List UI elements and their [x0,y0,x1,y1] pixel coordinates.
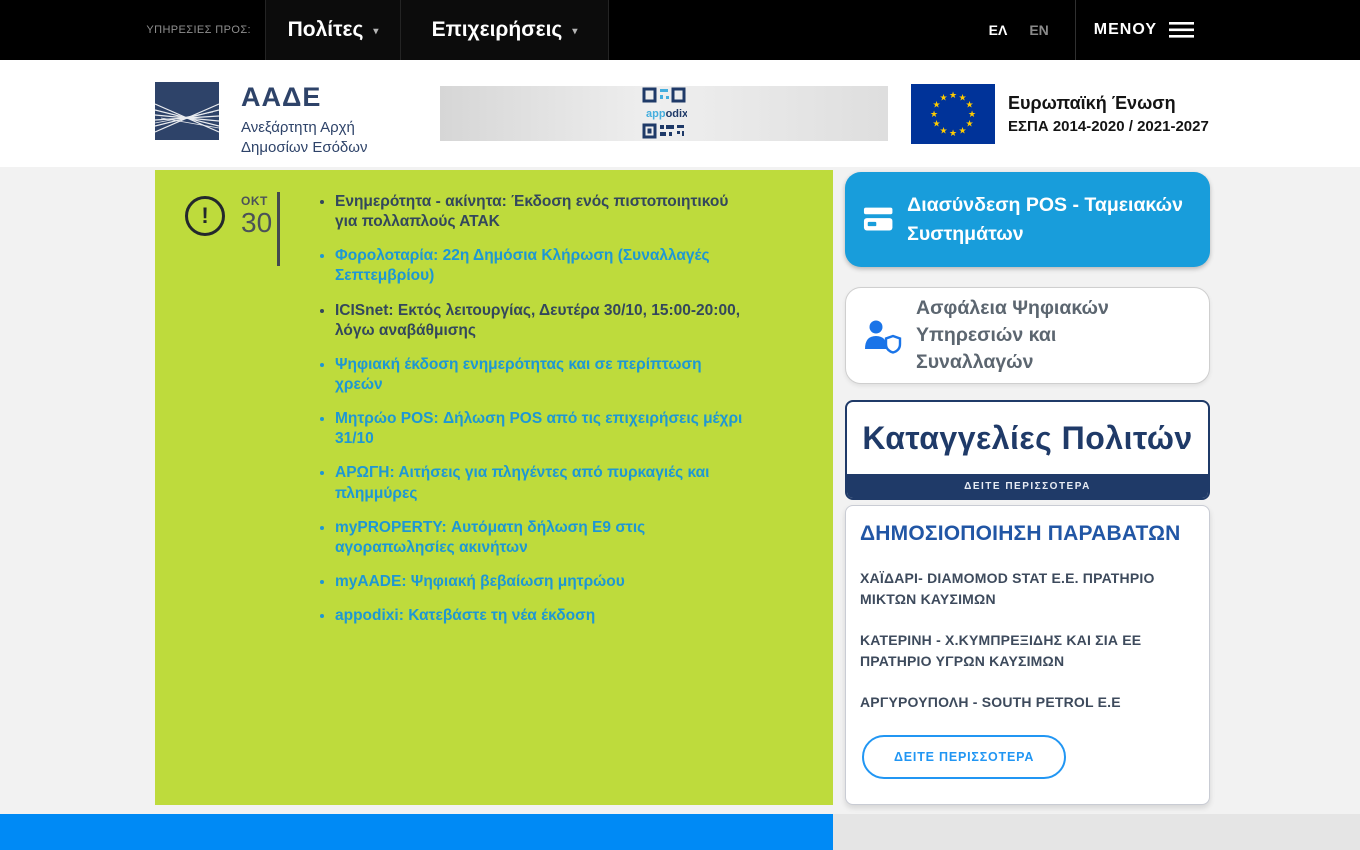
top-bar: ΥΠΗΡΕΣΙΕΣ ΠΡΟΣ: Πολίτες ▾ Επιχειρήσεις ▾… [0,0,1360,60]
nav-business[interactable]: Επιχειρήσεις ▾ [401,0,609,60]
svg-text:★: ★ [949,91,957,101]
logo-text: ΑΑΔΕ Ανεξάρτητη Αρχή Δημοσίων Εσόδων [241,82,367,158]
violator-entry: ΧΑΪΔΑΡΙ- DIAMOMOD STAT Ε.Ε. ΠΡΑΤΗΡΙΟ ΜΙΚ… [860,568,1195,610]
violator-entry: ΚΑΤΕΡΙΝΗ - Χ.ΚΥΜΠΡΕΞΙΔΗΣ ΚΑΙ ΣΙΑ ΕΕ ΠΡΑΤ… [860,630,1195,672]
services-label: ΥΠΗΡΕΣΙΕΣ ΠΡΟΣ: [0,0,265,60]
news-panel: ! ΟΚΤ 30 Ενημερότητα - ακίνητα: Έκδοση ε… [155,170,833,805]
citizen-complaints-main: Καταγγελίες Πολιτών [847,402,1208,474]
topbar-spacer [609,0,989,60]
nav-citizens[interactable]: Πολίτες ▾ [265,0,401,60]
user-shield-icon [862,318,904,354]
logo-name: Ανεξάρτητη Αρχή Δημοσίων Εσόδων [241,118,367,158]
footer-gray-area [833,814,1360,850]
svg-text:★: ★ [949,129,957,139]
exclamation-circle-icon: ! [185,196,225,236]
citizen-complaints-footer[interactable]: ΔΕΙΤΕ ΠΕΡΙΣΣΟΤΕΡΑ [847,474,1208,498]
news-list: Ενημερότητα - ακίνητα: Έκδοση ενός πιστο… [315,192,747,640]
svg-text:★: ★ [939,94,947,104]
hamburger-icon [1169,21,1194,39]
news-date-month: ΟΚΤ [241,194,272,208]
menu-button[interactable]: ΜΕΝΟΥ [1076,0,1210,60]
news-item[interactable]: ΑΡΩΓΗ: Αιτήσεις για πληγέντες από πυρκαγ… [335,463,747,503]
pos-interconnection-button[interactable]: Διασύνδεση POS - Ταμειακών Συστημάτων [845,172,1210,267]
svg-text:★: ★ [968,110,976,120]
violators-disclosure-card: ΔΗΜΟΣΙΟΠΟΙΗΣΗ ΠΑΡΑΒΑΤΩΝ ΧΑΪΔΑΡΙ- DIAMOMO… [845,505,1210,805]
card-terminal-icon [863,205,897,235]
news-date: ΟΚΤ 30 [241,194,272,237]
site-header: ΑΑΔΕ Ανεξάρτητη Αρχή Δημοσίων Εσόδων [0,60,1360,167]
language-switcher: ΕΛ EN [989,0,1049,60]
digital-security-card[interactable]: Ασφάλεια Ψηφιακών Υπηρεσιών και Συναλλαγ… [845,287,1210,384]
violators-list: ΧΑΪΔΑΡΙ- DIAMOMOD STAT Ε.Ε. ΠΡΑΤΗΡΙΟ ΜΙΚ… [860,568,1195,713]
nav-business-label: Επιχειρήσεις [432,18,563,42]
news-item[interactable]: Ενημερότητα - ακίνητα: Έκδοση ενός πιστο… [335,192,747,232]
news-item[interactable]: appodixi: Κατεβάστε τη νέα έκδοση [335,606,747,626]
svg-text:appodixi: appodixi [646,108,687,120]
appodixi-qr-logo: appodixi [641,87,687,141]
news-item[interactable]: Μητρώο POS: Δήλωση POS από τις επιχειρήσ… [335,409,747,449]
svg-text:★: ★ [965,120,973,130]
news-item[interactable]: Ψηφιακή έκδοση ενημερότητας και σε περίπ… [335,355,747,395]
pos-button-label: Διασύνδεση POS - Ταμειακών Συστημάτων [907,191,1192,248]
nav-citizens-label: Πολίτες [288,18,364,42]
news-item[interactable]: ICISnet: Εκτός λειτουργίας, Δευτέρα 30/1… [335,301,747,341]
menu-label: ΜΕΝΟΥ [1094,21,1157,39]
eu-title: Ευρωπαϊκή Ένωση [1008,93,1209,115]
eu-flag: ★★★ ★★★ ★★★ ★★★ [911,84,995,144]
appodixi-banner[interactable]: appodixi [440,86,888,141]
news-item[interactable]: Φορολοταρία: 22η Δημόσια Κλήρωση (Συναλλ… [335,246,747,286]
logo-acronym: ΑΑΔΕ [241,84,367,111]
news-item[interactable]: myAADE: Ψηφιακή βεβαίωση μητρώου [335,572,747,592]
citizen-complaints-title: Καταγγελίες Πολιτών [862,420,1192,457]
aade-rays-logo-icon [155,82,219,140]
aade-homepage: ΥΠΗΡΕΣΙΕΣ ΠΡΟΣ: Πολίτες ▾ Επιχειρήσεις ▾… [0,0,1360,850]
eu-text: Ευρωπαϊκή Ένωση ΕΣΠΑ 2014-2020 / 2021-20… [1008,93,1209,135]
svg-text:★: ★ [930,110,938,120]
violator-entry: ΑΡΓΥΡΟΥΠΟΛΗ - SOUTH PETROL Ε.Ε [860,692,1195,713]
chevron-down-icon: ▾ [572,26,577,37]
violators-title: ΔΗΜΟΣΙΟΠΟΙΗΣΗ ΠΑΡΑΒΑΤΩΝ [860,522,1195,546]
digital-security-label: Ασφάλεια Ψηφιακών Υπηρεσιών και Συναλλαγ… [916,295,1176,377]
citizen-complaints-card[interactable]: Καταγγελίες Πολιτών ΔΕΙΤΕ ΠΕΡΙΣΣΟΤΕΡΑ [845,400,1210,500]
eu-subtitle: ΕΣΠΑ 2014-2020 / 2021-2027 [1008,118,1209,135]
svg-text:★: ★ [965,101,973,111]
violators-more-button[interactable]: ΔΕΙΤΕ ΠΕΡΙΣΣΟΤΕΡΑ [862,735,1066,779]
citizen-complaints-more-label: ΔΕΙΤΕ ΠΕΡΙΣΣΟΤΕΡΑ [964,481,1091,492]
svg-text:★: ★ [932,120,940,130]
news-date-divider [277,192,280,266]
lang-en-button[interactable]: EN [1029,22,1048,38]
lang-el-button[interactable]: ΕΛ [989,22,1008,38]
chevron-down-icon: ▾ [373,26,378,37]
eu-banner[interactable]: ★★★ ★★★ ★★★ ★★★ Ευρωπαϊκή Ένωση ΕΣΠΑ 201… [911,84,1209,144]
aade-logo[interactable]: ΑΑΔΕ Ανεξάρτητη Αρχή Δημοσίων Εσόδων [155,82,367,158]
news-date-day: 30 [241,208,272,237]
footer-accent-bar [0,814,833,850]
svg-text:★: ★ [939,127,947,137]
news-item[interactable]: myPROPERTY: Αυτόματη δήλωση Ε9 στις αγορ… [335,518,747,558]
svg-text:★: ★ [958,127,966,137]
